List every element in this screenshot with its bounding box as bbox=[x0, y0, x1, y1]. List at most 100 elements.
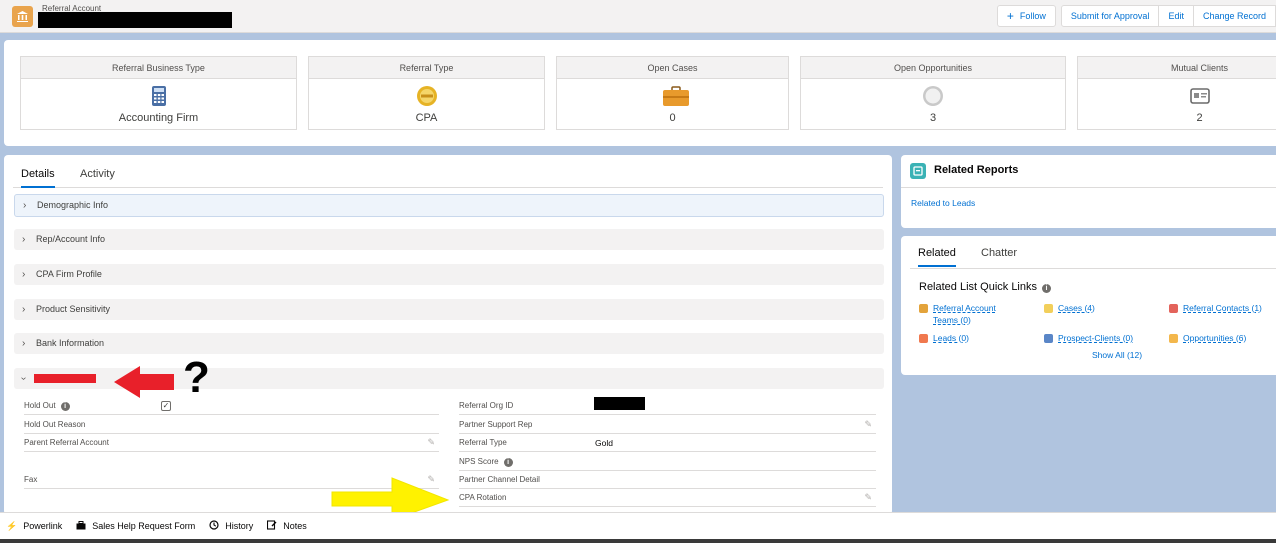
submit-for-approval-button[interactable]: Submit for Approval bbox=[1060, 5, 1160, 27]
edit-button[interactable]: Edit bbox=[1158, 5, 1194, 27]
quick-link-label: Cases (4) bbox=[1058, 303, 1095, 313]
highlight-card-business-type: Referral Business Type Accounting Firm bbox=[20, 56, 297, 130]
field-partner-support-rep: Partner Support Rep ✎ bbox=[459, 416, 876, 434]
chevron-right-icon: › bbox=[22, 269, 26, 280]
info-icon[interactable]: i bbox=[1042, 284, 1051, 293]
lead-icon bbox=[919, 334, 928, 343]
field-label: Partner Channel Detail bbox=[459, 475, 540, 484]
utility-label: Notes bbox=[283, 521, 307, 531]
header-actions: + Follow Submit for Approval Edit Change … bbox=[996, 5, 1276, 27]
section-cpa-firm-profile[interactable]: › CPA Firm Profile bbox=[14, 264, 884, 285]
red-arrow-annotation bbox=[114, 366, 174, 398]
info-icon[interactable]: i bbox=[60, 402, 70, 411]
field-label: Referral Type bbox=[459, 438, 507, 447]
field-nps-score: NPS Score i bbox=[459, 453, 876, 471]
section-rep-account-info[interactable]: › Rep/Account Info bbox=[14, 229, 884, 250]
hold-out-checkbox[interactable]: ✓ bbox=[161, 401, 171, 411]
field-label: Hold Out Reason bbox=[24, 420, 86, 429]
bank-icon bbox=[12, 6, 33, 27]
field-label: Partner Support Rep bbox=[459, 420, 533, 429]
chevron-right-icon: › bbox=[23, 200, 27, 211]
section-label: Product Sensitivity bbox=[36, 304, 111, 314]
quick-link-label: Opportunities (6) bbox=[1183, 333, 1247, 343]
highlight-card-mutual-clients: Mutual Clients 2 bbox=[1077, 56, 1276, 130]
change-record-button[interactable]: Change Record bbox=[1192, 5, 1276, 27]
details-tabs: Details Activity bbox=[13, 163, 883, 188]
highlight-card-open-opportunities: Open Opportunities 3 bbox=[800, 56, 1066, 130]
question-mark-annotation: ? bbox=[183, 353, 210, 402]
edit-pencil-icon[interactable]: ✎ bbox=[864, 419, 872, 430]
field-label: Fax bbox=[24, 475, 38, 484]
record-header: Referral Account + Follow Submit for Appr… bbox=[0, 0, 1276, 33]
highlight-card-open-cases: Open Cases 0 bbox=[556, 56, 789, 130]
highlight-title: Open Cases bbox=[557, 57, 788, 79]
edit-pencil-icon[interactable]: ✎ bbox=[864, 492, 872, 503]
section-label: Demographic Info bbox=[37, 200, 109, 210]
field-parent-referral-account: Parent Referral Account ✎ bbox=[24, 434, 439, 452]
highlight-value: 2 bbox=[1196, 112, 1203, 124]
tab-chatter[interactable]: Chatter bbox=[981, 247, 1017, 265]
utility-label: Sales Help Request Form bbox=[92, 521, 196, 531]
chevron-right-icon: › bbox=[22, 338, 26, 349]
highlight-title: Referral Type bbox=[309, 57, 544, 79]
tab-related[interactable]: Related bbox=[918, 247, 956, 267]
quick-links-title: Related List Quick Links i bbox=[919, 281, 1051, 293]
chevron-right-icon: › bbox=[22, 234, 26, 245]
field-hold-out: Hold Out i ✓ bbox=[24, 397, 439, 415]
highlight-title: Referral Business Type bbox=[21, 57, 296, 79]
field-partner-channel-detail: Partner Channel Detail bbox=[459, 471, 876, 489]
chevron-down-icon: › bbox=[18, 376, 30, 381]
related-reports-card: Related Reports Related to Leads bbox=[901, 155, 1276, 228]
prospect-icon bbox=[1044, 334, 1053, 343]
notes-icon bbox=[267, 520, 277, 532]
utility-history[interactable]: History bbox=[209, 520, 253, 532]
quick-link-label: Leads (0) bbox=[933, 333, 969, 343]
field-cpa-rotation: CPA Rotation ✎ bbox=[459, 489, 876, 507]
tab-activity[interactable]: Activity bbox=[80, 168, 115, 186]
related-to-leads-link[interactable]: Related to Leads bbox=[911, 198, 975, 208]
compass-icon bbox=[922, 85, 944, 107]
redacted-section-title bbox=[34, 374, 96, 383]
info-icon[interactable]: i bbox=[503, 458, 513, 467]
section-bank-information[interactable]: › Bank Information bbox=[14, 333, 884, 354]
utility-powerlink[interactable]: ⚡ Powerlink bbox=[6, 521, 62, 532]
related-reports-title: Related Reports bbox=[934, 164, 1019, 176]
gold-badge-icon bbox=[416, 85, 438, 107]
taskbar-strip bbox=[0, 539, 1276, 543]
report-icon bbox=[910, 163, 926, 179]
clock-icon bbox=[209, 520, 219, 532]
highlight-card-referral-type: Referral Type CPA bbox=[308, 56, 545, 130]
utility-label: Powerlink bbox=[23, 521, 63, 531]
quick-link-label: Referral Contacts (1) bbox=[1183, 303, 1262, 313]
redacted-org-id bbox=[594, 397, 645, 410]
highlight-value: Accounting Firm bbox=[118, 112, 199, 124]
utility-sales-help-request-form[interactable]: Sales Help Request Form bbox=[76, 520, 196, 532]
edit-pencil-icon[interactable]: ✎ bbox=[427, 437, 435, 448]
highlight-value: CPA bbox=[415, 112, 438, 124]
field-referral-org-id: Referral Org ID bbox=[459, 397, 876, 415]
utility-notes[interactable]: Notes bbox=[267, 520, 307, 532]
case-icon bbox=[1044, 304, 1053, 313]
utility-bar: ⚡ Powerlink Sales Help Request Form Hist… bbox=[0, 512, 1276, 539]
contact-icon bbox=[1169, 304, 1178, 313]
field-label: Hold Out i bbox=[24, 401, 70, 411]
quick-link-label: Referral Account bbox=[933, 303, 996, 313]
section-demographic-info[interactable]: › Demographic Info bbox=[14, 194, 884, 217]
plus-icon: + bbox=[1006, 9, 1014, 23]
follow-button[interactable]: + Follow bbox=[996, 5, 1056, 27]
field-hold-out-reason: Hold Out Reason bbox=[24, 416, 439, 434]
related-tabs: Related Chatter bbox=[910, 242, 1276, 269]
highlight-value: 0 bbox=[669, 112, 676, 124]
redacted-record-name bbox=[38, 12, 232, 28]
section-product-sensitivity[interactable]: › Product Sensitivity bbox=[14, 299, 884, 320]
section-label: Bank Information bbox=[36, 338, 105, 348]
id-card-icon bbox=[1189, 85, 1211, 107]
tab-details[interactable]: Details bbox=[21, 168, 55, 188]
highlight-title: Open Opportunities bbox=[801, 57, 1065, 79]
field-referral-type: Referral Type Gold bbox=[459, 434, 876, 452]
details-panel: Details Activity › Demographic Info › Re… bbox=[4, 155, 892, 515]
show-all-link[interactable]: Show All (12) bbox=[1092, 350, 1142, 360]
quick-link-label: Prospect-Clients (0) bbox=[1058, 333, 1134, 343]
section-label: Rep/Account Info bbox=[36, 234, 106, 244]
quick-link-label-line2: Teams (0) bbox=[933, 315, 971, 325]
